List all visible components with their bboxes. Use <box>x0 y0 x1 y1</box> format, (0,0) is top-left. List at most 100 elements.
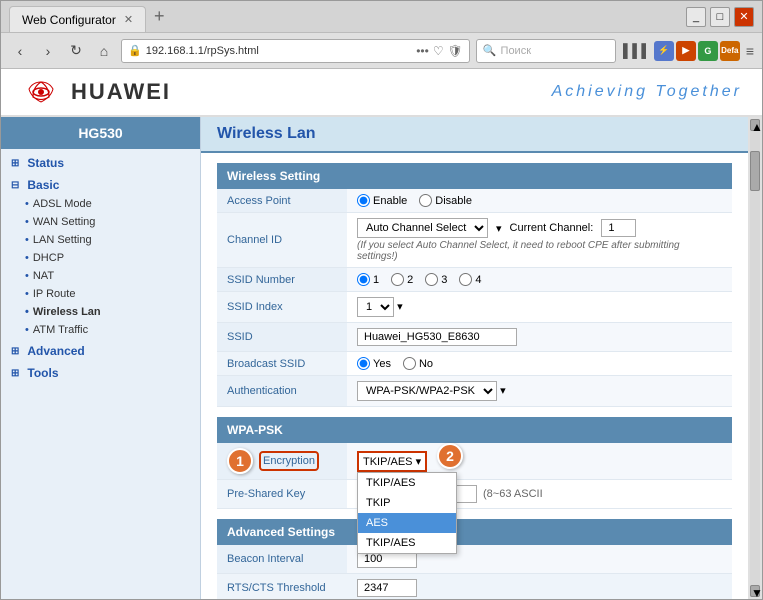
encryption-value-container: TKIP/AES ▾ TKIP/AES TKIP AES TKIP/AES <box>357 451 722 472</box>
value-encryption: TKIP/AES ▾ TKIP/AES TKIP AES TKIP/AES <box>347 443 732 480</box>
scrollbar[interactable]: ▲ ▼ <box>748 117 762 599</box>
ssid-index-select[interactable]: 1 <box>357 297 394 317</box>
huawei-logo: HUAWEI <box>21 77 171 107</box>
radio-ssid-2[interactable]: 2 <box>391 273 413 286</box>
scrollbar-track <box>750 131 760 585</box>
encryption-dropdown-container: TKIP/AES ▾ TKIP/AES TKIP AES TKIP/AES <box>357 451 427 472</box>
radio-ssid-1[interactable]: 1 <box>357 273 379 286</box>
ext-icon-3[interactable]: G <box>698 41 718 61</box>
section-content: Wireless Setting Access Point Enable Dis… <box>201 153 748 599</box>
wireless-settings-table: Wireless Setting Access Point Enable Dis… <box>217 163 732 407</box>
value-rts-cts <box>347 574 732 600</box>
table-row-access-point: Access Point Enable Disable <box>217 189 732 213</box>
dropdown-item-tkipaes-1[interactable]: TKIP/AES <box>358 473 456 493</box>
back-button[interactable]: ‹ <box>9 40 31 62</box>
sidebar-item-dhcp[interactable]: DHCP <box>1 249 200 267</box>
advanced-settings-header: Advanced Settings <box>217 519 732 545</box>
sidebar-item-adsl-mode[interactable]: ADSL Mode <box>1 195 200 213</box>
tab-close-button[interactable]: ✕ <box>124 13 133 26</box>
table-row-ssid: SSID <box>217 323 732 352</box>
radio-enable[interactable]: Enable <box>357 194 407 207</box>
scrollbar-down[interactable]: ▼ <box>750 585 760 597</box>
radio-disable[interactable]: Disable <box>419 194 472 207</box>
page-content: HUAWEI Achieving Together HG530 ⊞ Status… <box>1 69 762 599</box>
toolbar-icons: ▌▌▌ <box>626 40 648 62</box>
content-area: Wireless Lan Wireless Setting Access Poi… <box>201 117 748 599</box>
home-button[interactable]: ⌂ <box>93 40 115 62</box>
new-tab-button[interactable]: + <box>148 6 171 27</box>
sidebar-item-advanced[interactable]: ⊞ Advanced <box>1 341 200 361</box>
table-row-broadcast-ssid: Broadcast SSID Yes No <box>217 352 732 376</box>
table-row-pre-shared-key: Pre-Shared Key (8~63 ASCII <box>217 480 732 509</box>
badge-1: 1 <box>227 448 253 474</box>
value-ssid-number: 1 2 3 4 <box>347 268 732 292</box>
dropdown-item-tkipaes-2[interactable]: TKIP/AES <box>358 533 456 553</box>
sidebar-section-status: ⊞ Status ⊟ Basic ADSL Mode WAN Setting L <box>1 149 200 387</box>
ext-icon-4[interactable]: Defa <box>720 41 740 61</box>
encryption-label-container: 1 Encryption <box>227 448 337 474</box>
current-channel-input[interactable] <box>601 219 636 237</box>
encryption-highlight: Encryption <box>259 451 319 471</box>
ssid-input[interactable] <box>357 328 517 346</box>
extension-icons: ⚡ ▶ G Defa <box>654 41 740 61</box>
scrollbar-up[interactable]: ▲ <box>750 119 760 131</box>
main-layout: HG530 ⊞ Status ⊟ Basic ADSL Mode <box>1 117 762 599</box>
label-rts-cts: RTS/CTS Threshold <box>217 574 347 600</box>
sidebar-item-wan-setting[interactable]: WAN Setting <box>1 213 200 231</box>
value-broadcast-ssid: Yes No <box>347 352 732 376</box>
label-ssid: SSID <box>217 323 347 352</box>
sidebar-item-wireless-lan[interactable]: Wireless Lan <box>1 303 200 321</box>
radio-ssid-4[interactable]: 4 <box>459 273 481 286</box>
url-bar[interactable]: 🔒 192.168.1.1/rpSys.html ••• ♡ 🛡 <box>121 39 470 63</box>
encryption-dropdown[interactable]: TKIP/AES ▾ <box>357 451 427 472</box>
badge-2: 2 <box>437 443 463 469</box>
table-row-ssid-number: SSID Number 1 2 3 4 <box>217 268 732 292</box>
label-beacon-interval: Beacon Interval <box>217 545 347 574</box>
shield-icon: 🛡 <box>448 44 463 58</box>
ext-icon-2[interactable]: ▶ <box>676 41 696 61</box>
toggle-icon-tools: ⊞ <box>11 368 19 379</box>
title-bar: Web Configurator ✕ + _ □ ✕ <box>1 1 762 33</box>
pre-shared-key-hint: (8~63 ASCII <box>483 488 543 500</box>
rts-cts-input[interactable] <box>357 579 417 597</box>
close-button[interactable]: ✕ <box>734 7 754 27</box>
radio-no[interactable]: No <box>403 357 433 370</box>
browser-window: Web Configurator ✕ + _ □ ✕ ‹ › ↻ ⌂ 🔒 192… <box>0 0 763 600</box>
ext-icon-1[interactable]: ⚡ <box>654 41 674 61</box>
sidebar-item-atm-traffic[interactable]: ATM Traffic <box>1 321 200 339</box>
reload-button[interactable]: ↻ <box>65 40 87 62</box>
dropdown-item-aes[interactable]: AES <box>358 513 456 533</box>
sidebar-item-nat[interactable]: NAT <box>1 267 200 285</box>
radio-yes[interactable]: Yes <box>357 357 391 370</box>
radio-ssid-3[interactable]: 3 <box>425 273 447 286</box>
sidebar-item-basic[interactable]: ⊟ Basic <box>1 175 200 195</box>
label-ssid-number: SSID Number <box>217 268 347 292</box>
scrollbar-thumb[interactable] <box>750 151 760 191</box>
maximize-button[interactable]: □ <box>710 7 730 27</box>
sidebar-item-ip-route[interactable]: IP Route <box>1 285 200 303</box>
sidebar-item-status[interactable]: ⊞ Status <box>1 153 200 173</box>
toggle-icon-advanced: ⊞ <box>11 346 19 357</box>
bookmark-icon: ♡ <box>433 44 444 58</box>
url-icons: ••• ♡ 🛡 <box>416 44 463 58</box>
table-row-channel-id: Channel ID Auto Channel Select ▾ Current… <box>217 213 732 268</box>
address-bar: ‹ › ↻ ⌂ 🔒 192.168.1.1/rpSys.html ••• ♡ 🛡… <box>1 33 762 69</box>
access-point-radio-group: Enable Disable <box>357 194 722 207</box>
forward-button[interactable]: › <box>37 40 59 62</box>
dropdown-item-tkip[interactable]: TKIP <box>358 493 456 513</box>
search-bar[interactable]: 🔍 Поиск <box>476 39 616 63</box>
sidebar-item-lan-setting[interactable]: LAN Setting <box>1 231 200 249</box>
toggle-icon-basic: ⊟ <box>11 180 19 191</box>
brand-name: HUAWEI <box>71 79 171 105</box>
url-menu-icon: ••• <box>416 44 429 58</box>
more-menu-button[interactable]: ≡ <box>746 43 754 59</box>
sidebar-item-tools[interactable]: ⊞ Tools <box>1 363 200 383</box>
authentication-select[interactable]: WPA-PSK/WPA2-PSK <box>357 381 497 401</box>
label-broadcast-ssid: Broadcast SSID <box>217 352 347 376</box>
page-title-bar: Wireless Lan <box>201 117 748 153</box>
broadcast-ssid-radio-group: Yes No <box>357 357 722 370</box>
channel-select[interactable]: Auto Channel Select <box>357 218 488 238</box>
browser-tab[interactable]: Web Configurator ✕ <box>9 6 146 32</box>
minimize-button[interactable]: _ <box>686 7 706 27</box>
stats-icon: ▌▌▌ <box>626 40 648 62</box>
